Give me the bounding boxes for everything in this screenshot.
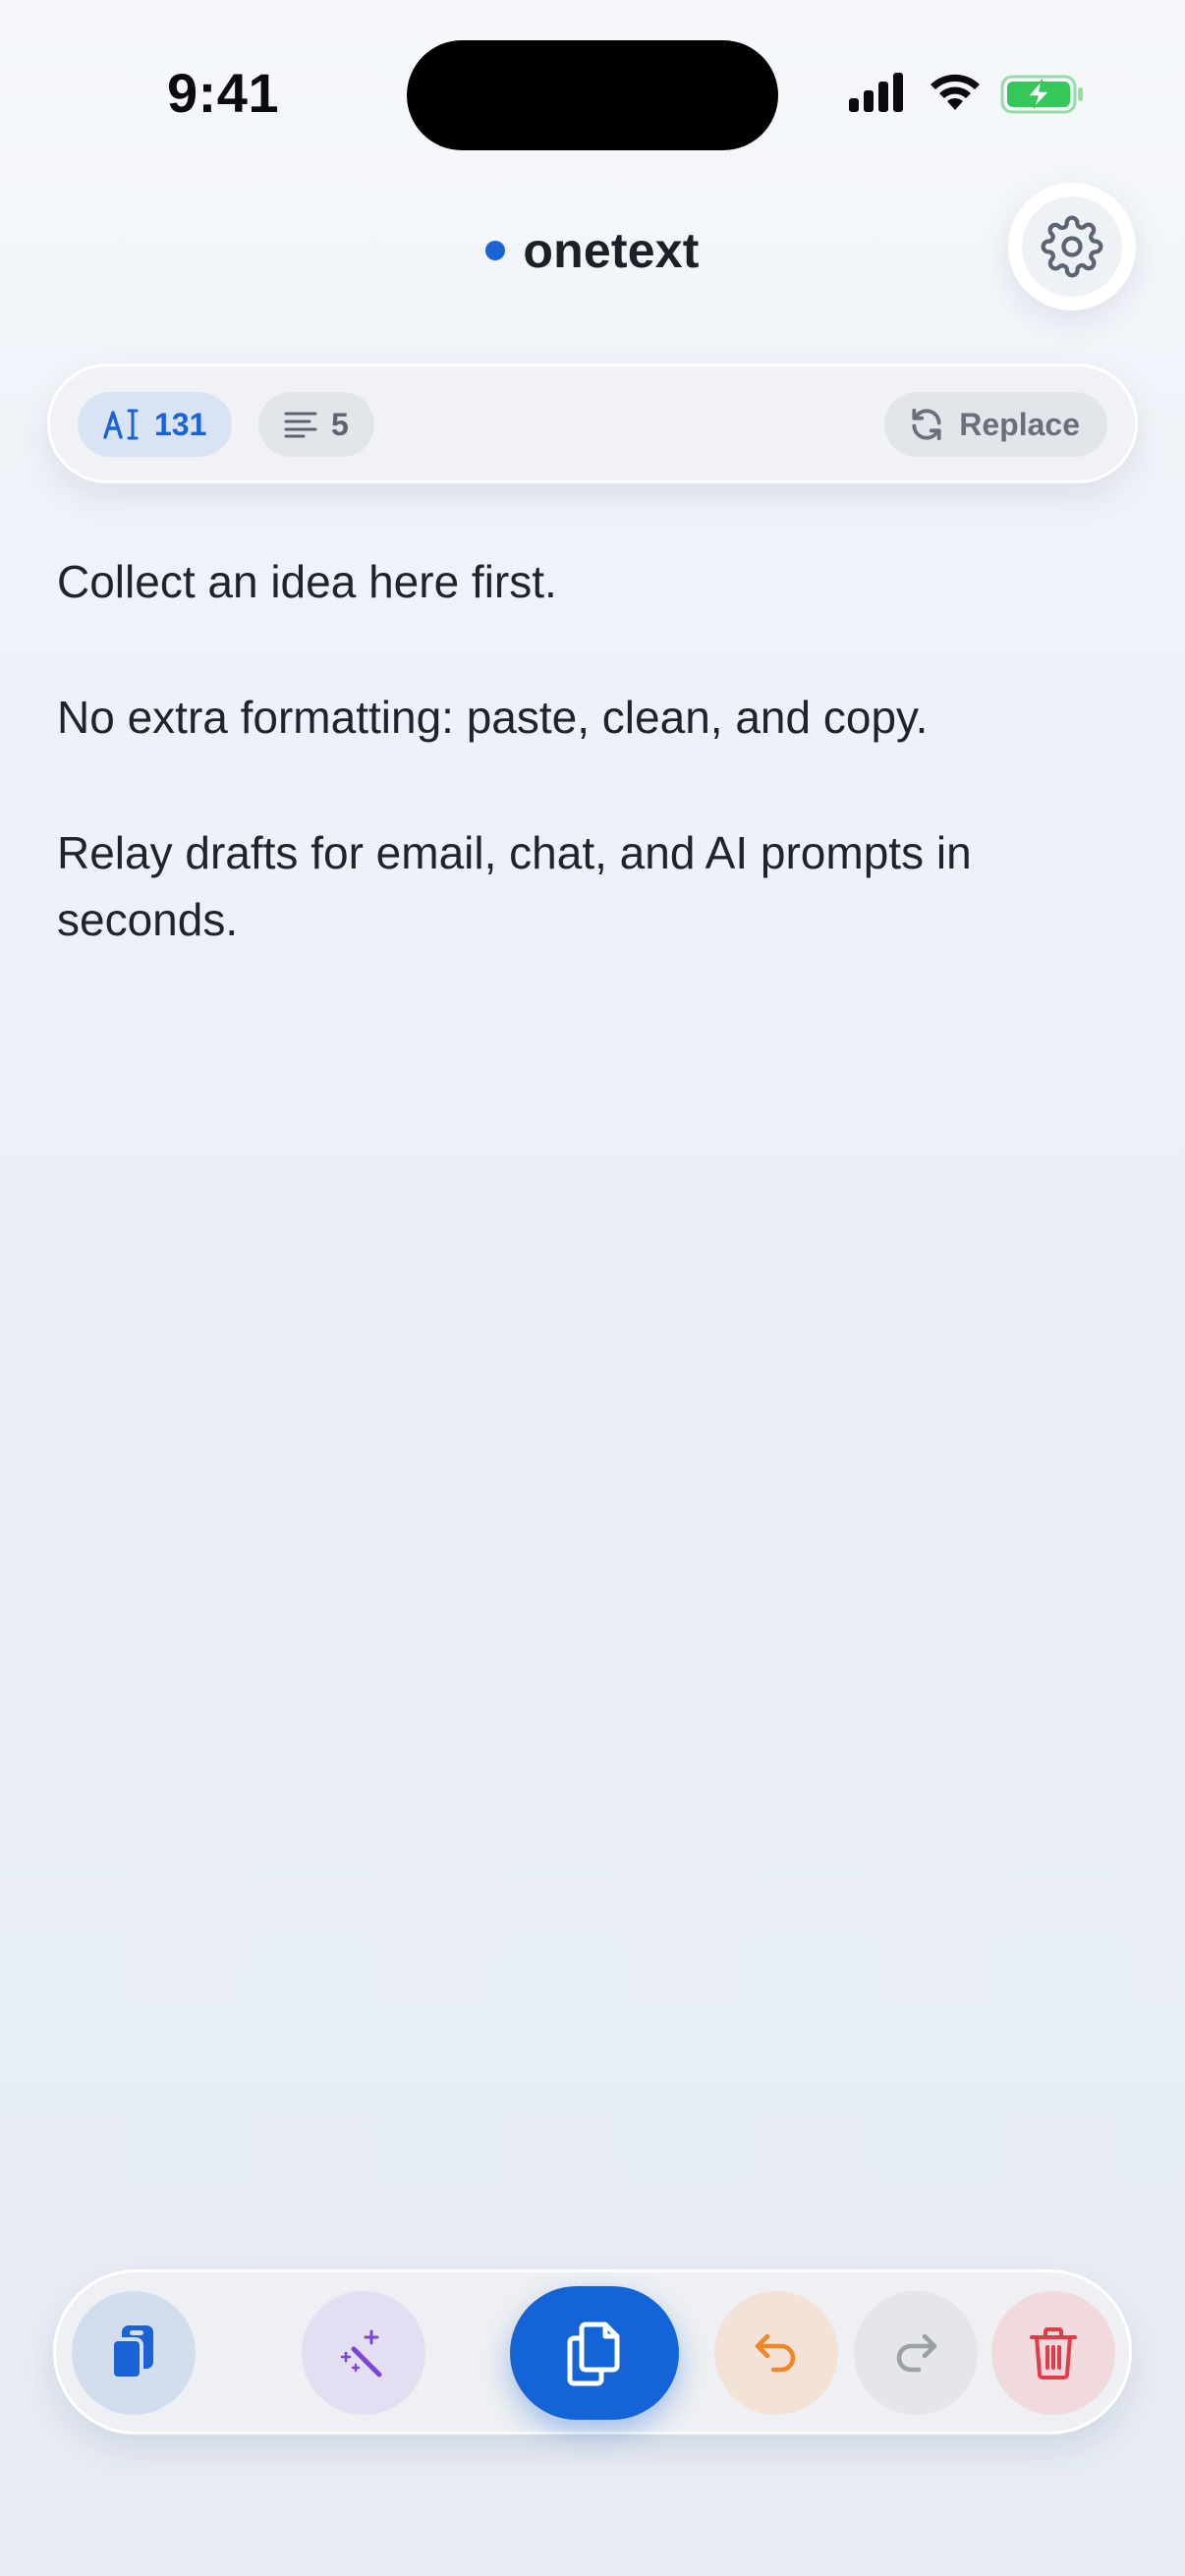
redo-button[interactable] (854, 2291, 978, 2415)
undo-button[interactable] (714, 2291, 838, 2415)
trash-icon (1030, 2327, 1077, 2380)
editor-paragraph: Relay drafts for email, chat, and AI pro… (57, 827, 972, 945)
text-info-bar: 131 5 Replace (47, 364, 1138, 483)
magic-wand-icon (340, 2329, 382, 2378)
undo-icon (755, 2333, 796, 2373)
copy-icon (567, 2322, 620, 2386)
settings-button-inner (1022, 196, 1122, 297)
paste-button[interactable] (72, 2291, 196, 2415)
editor-paragraph: Collect an idea here first. (57, 556, 557, 607)
replace-label: Replace (959, 406, 1080, 442)
copy-button[interactable] (510, 2286, 679, 2420)
delete-button[interactable] (991, 2291, 1115, 2415)
character-count-chip[interactable]: 131 (78, 392, 233, 457)
signal-icon (849, 73, 903, 112)
battery-charging-icon (1000, 75, 1083, 114)
line-count-chip[interactable]: 5 (258, 392, 374, 457)
line-count: 5 (331, 406, 349, 442)
brand-dot (485, 241, 506, 260)
dynamic-island (407, 40, 778, 150)
settings-button[interactable] (1008, 183, 1136, 310)
magic-format-button[interactable] (302, 2291, 425, 2415)
replace-button[interactable]: Replace (884, 392, 1107, 457)
status-icons (849, 73, 1085, 116)
status-time: 9:41 (167, 62, 280, 124)
text-cursor-icon (103, 409, 139, 440)
character-count: 131 (154, 406, 207, 442)
app-title: onetext (523, 223, 700, 278)
bottom-toolbar (53, 2269, 1132, 2435)
editor-paragraph: No extra formatting: paste, clean, and c… (57, 692, 929, 743)
paste-icon (110, 2325, 153, 2380)
redo-icon (896, 2333, 937, 2373)
gear-icon (1041, 215, 1103, 278)
app-header: onetext (0, 218, 1185, 283)
wifi-icon (931, 74, 980, 110)
status-bar: 9:41 (0, 0, 1185, 150)
refresh-icon (912, 408, 941, 441)
text-editor[interactable]: Collect an idea here first. No extra for… (57, 548, 1118, 1022)
lines-icon (284, 412, 317, 438)
